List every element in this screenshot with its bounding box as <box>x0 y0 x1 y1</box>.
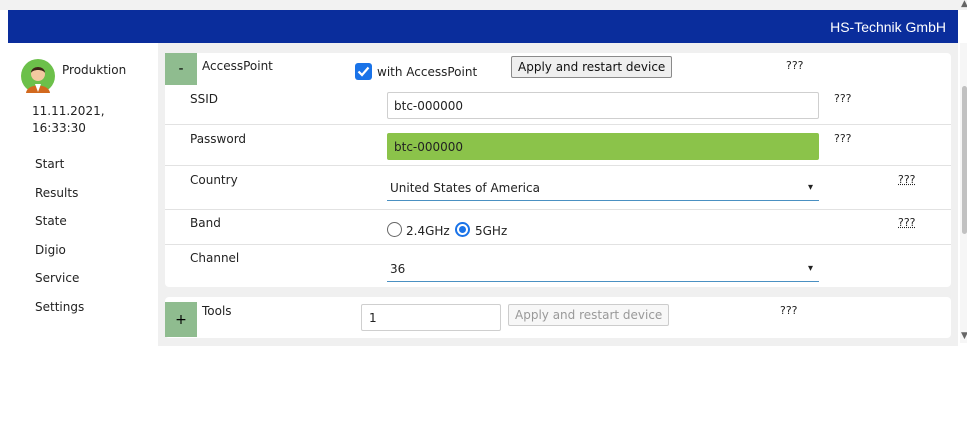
channel-select[interactable]: 36 ▾ <box>387 256 819 282</box>
band-help[interactable]: ??? <box>898 216 916 229</box>
current-datetime: 11.11.2021, 16:33:30 <box>32 103 105 137</box>
tools-title: Tools <box>202 304 232 318</box>
sidebar-item-state[interactable]: State <box>35 214 84 243</box>
scrollbar-thumb[interactable] <box>962 86 967 234</box>
collapse-toggle-button[interactable]: - <box>165 53 197 85</box>
tools-apply-restart-button[interactable]: Apply and restart device <box>508 304 670 326</box>
current-time: 16:33:30 <box>32 121 86 135</box>
scroll-up-arrow-icon[interactable]: ▲ <box>961 0 967 9</box>
chevron-down-icon: ▾ <box>807 182 813 193</box>
tools-card: + Tools 1 Apply and restart device ??? <box>165 297 951 338</box>
country-label: Country <box>190 173 238 187</box>
country-help[interactable]: ??? <box>898 173 916 186</box>
accesspoint-title: AccessPoint <box>202 59 273 73</box>
band-row: Band 2.4GHz 5GHz ??? <box>165 210 951 245</box>
country-row: Country United States of America ▾ ??? <box>165 166 951 210</box>
channel-row: Channel 36 ▾ <box>165 245 951 287</box>
expand-toggle-button[interactable]: + <box>165 302 197 337</box>
country-select[interactable]: United States of America ▾ <box>387 175 819 201</box>
sidebar-nav: Start Results State Digio Service Settin… <box>35 157 84 329</box>
tools-help: ??? <box>780 304 798 317</box>
accesspoint-help: ??? <box>786 59 804 72</box>
country-value: United States of America <box>390 181 540 195</box>
sidebar: Produktion 11.11.2021, 16:33:30 Start Re… <box>8 43 158 442</box>
tools-number-input[interactable]: 1 <box>361 304 501 331</box>
band-radio-5ghz[interactable] <box>455 222 470 237</box>
user-avatar-icon <box>21 59 55 93</box>
password-row: Password btc-000000 ??? <box>165 125 951 166</box>
ssid-label: SSID <box>190 92 219 106</box>
apply-restart-button[interactable]: Apply and restart device <box>511 56 673 78</box>
scroll-down-arrow-icon[interactable]: ▼ <box>961 331 967 341</box>
password-input[interactable]: btc-000000 <box>387 133 819 160</box>
sidebar-item-service[interactable]: Service <box>35 271 84 300</box>
accesspoint-checkbox-label: with AccessPoint <box>377 65 478 79</box>
accesspoint-fields: SSID btc-000000 ??? Password btc-000000 … <box>165 84 951 287</box>
accesspoint-checkbox[interactable] <box>355 63 372 80</box>
accesspoint-header: - AccessPoint with AccessPoint Apply and… <box>165 53 951 85</box>
checkmark-icon <box>357 66 370 77</box>
user-name: Produktion <box>62 63 127 77</box>
band-label: Band <box>190 216 221 230</box>
ssid-help: ??? <box>834 92 852 105</box>
sidebar-item-digio[interactable]: Digio <box>35 243 84 272</box>
current-date: 11.11.2021, <box>32 104 105 118</box>
sidebar-item-start[interactable]: Start <box>35 157 84 186</box>
window-top-strip <box>0 0 967 10</box>
app-header: HS-Technik GmbH <box>8 10 958 43</box>
channel-value: 36 <box>390 262 406 276</box>
sidebar-item-results[interactable]: Results <box>35 186 84 215</box>
channel-label: Channel <box>190 251 240 265</box>
chevron-down-icon: ▾ <box>807 263 813 274</box>
ssid-row: SSID btc-000000 ??? <box>165 84 951 125</box>
ssid-input[interactable]: btc-000000 <box>387 92 819 119</box>
band-option-5ghz: 5GHz <box>475 224 508 238</box>
band-radio-24ghz[interactable] <box>387 222 402 237</box>
brand-name: HS-Technik GmbH <box>830 19 946 35</box>
band-option-24ghz: 2.4GHz <box>406 224 450 238</box>
password-label: Password <box>190 132 247 146</box>
main-content: - AccessPoint with AccessPoint Apply and… <box>158 43 958 346</box>
password-help: ??? <box>834 132 852 145</box>
sidebar-item-settings[interactable]: Settings <box>35 300 84 329</box>
